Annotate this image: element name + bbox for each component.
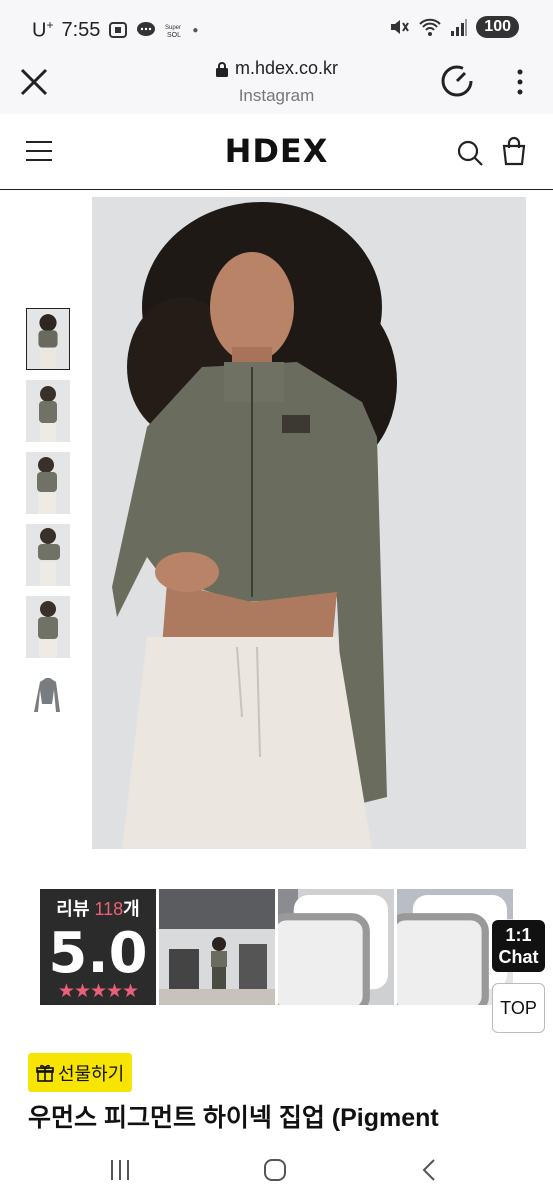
url-text: m.hdex.co.kr: [234, 58, 339, 78]
svg-text:Super: Super: [165, 25, 181, 31]
more-options-icon[interactable]: [510, 66, 530, 98]
multi-photo-icon: [278, 895, 388, 1005]
home-icon[interactable]: [260, 1156, 290, 1184]
system-nav-bar: [0, 1140, 553, 1200]
close-icon[interactable]: [16, 64, 52, 100]
screenshot-icon: [109, 22, 128, 39]
chat-label-line1: 1:1: [505, 925, 532, 945]
thumbnail-image: [38, 314, 58, 369]
thumbnail-5[interactable]: [26, 596, 70, 658]
review-score: 5.0: [48, 921, 148, 986]
notification-dot-icon: ●: [192, 24, 199, 36]
review-strip: 리뷰 118개 5.0 ★★★★★: [40, 889, 515, 1005]
battery-indicator: 100: [476, 16, 519, 38]
multi-photo-icon: [397, 895, 507, 1005]
gift-label: 선물하기: [58, 1063, 125, 1084]
chat-button[interactable]: 1:1 Chat: [492, 920, 545, 972]
thumbnail-6[interactable]: [26, 668, 70, 730]
review-summary-card[interactable]: 리뷰 118개 5.0 ★★★★★: [40, 889, 156, 1005]
thumbnail-list: [26, 308, 72, 740]
site-header: HDEX: [0, 114, 553, 190]
thumbnail-image: [38, 528, 60, 586]
gift-button[interactable]: 선물하기: [28, 1053, 133, 1092]
chat-label-line2: Chat: [498, 947, 539, 967]
thumbnail-3[interactable]: [26, 452, 70, 514]
message-icon: [137, 22, 156, 37]
super-sol-icon: SuperSOL: [165, 25, 181, 39]
svg-text:SOL: SOL: [167, 32, 181, 39]
review-photo-1[interactable]: [159, 889, 275, 1005]
status-bar-right: 100: [388, 16, 519, 38]
status-time: 7:55: [61, 18, 101, 41]
thumbnail-image: [39, 386, 57, 442]
status-bar: U+ 7:55 Super SOL ● 100: [0, 0, 553, 58]
review-label: 리뷰 118개: [56, 899, 140, 919]
scroll-top-button[interactable]: TOP: [492, 983, 545, 1033]
thumbnail-image: [34, 678, 60, 712]
browser-toolbar: m.hdex.co.kr Instagram: [0, 58, 553, 114]
mute-icon: [391, 20, 410, 34]
product-photo: [92, 197, 526, 849]
shopping-bag-icon[interactable]: [500, 136, 528, 166]
lock-icon: [215, 61, 228, 77]
review-photo-image: [159, 889, 275, 1005]
thumbnail-2[interactable]: [26, 380, 70, 442]
wifi-icon: [419, 18, 442, 36]
status-bar-left: U+ 7:55 Super SOL ●: [32, 18, 198, 43]
back-icon[interactable]: [415, 1156, 445, 1184]
thumbnail-image: [37, 457, 57, 514]
url-bar[interactable]: m.hdex.co.kr: [215, 58, 338, 79]
review-photo-2[interactable]: [278, 889, 394, 1005]
signal-icon: [451, 19, 468, 36]
gift-icon: [36, 1064, 54, 1082]
recent-apps-icon[interactable]: [105, 1156, 135, 1184]
thumbnail-1[interactable]: [26, 308, 70, 370]
speedometer-icon[interactable]: [438, 62, 476, 100]
search-icon[interactable]: [455, 138, 485, 168]
thumbnail-image: [38, 601, 58, 658]
product-main-image[interactable]: [92, 197, 526, 849]
carrier-label: U+: [32, 18, 54, 42]
review-stars: ★★★★★: [57, 981, 139, 1002]
thumbnail-4[interactable]: [26, 524, 70, 586]
product-title: 우먼스 피그먼트 하이넥 집업 (Pigment: [28, 1104, 439, 1132]
